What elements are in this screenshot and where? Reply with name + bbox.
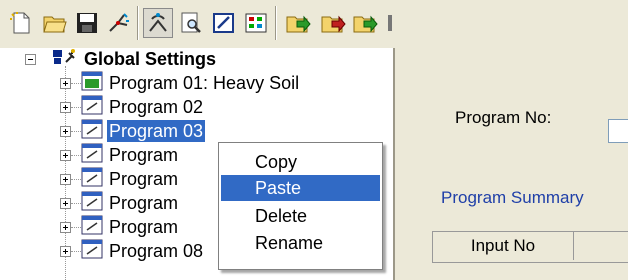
- irrigation-tool-icon[interactable]: [143, 8, 173, 38]
- expand-toggle[interactable]: [60, 101, 71, 113]
- global-settings-icon: [52, 48, 78, 71]
- program-details-panel: Program No: Program Summary Input No: [395, 48, 628, 280]
- expand-toggle[interactable]: [60, 245, 71, 257]
- program-no-label: Program No:: [455, 108, 552, 127]
- more-icon[interactable]: [384, 8, 404, 38]
- grid-view-icon[interactable]: [241, 8, 271, 38]
- tree-item-label[interactable]: Program: [107, 216, 180, 238]
- edit-icon[interactable]: [209, 8, 239, 38]
- sprinkler-icon[interactable]: [104, 8, 134, 38]
- save-icon[interactable]: [72, 8, 102, 38]
- program-summary-label: Program Summary: [441, 188, 584, 207]
- expand-toggle[interactable]: [60, 77, 71, 89]
- expand-toggle[interactable]: [60, 149, 71, 161]
- tree-root-label[interactable]: Global Settings: [82, 48, 218, 70]
- print-preview-icon[interactable]: [176, 8, 206, 38]
- tree-item-label[interactable]: Program: [107, 168, 180, 190]
- menu-item-paste[interactable]: Paste: [221, 175, 380, 201]
- collapse-toggle[interactable]: [25, 53, 36, 65]
- program-icon: [81, 239, 103, 264]
- tree-item[interactable]: Program: [60, 143, 180, 168]
- tree-item[interactable]: Program 01: Heavy Soil: [60, 71, 301, 96]
- menu-item-delete[interactable]: Delete: [221, 203, 380, 229]
- tree-item-label[interactable]: Program 03: [107, 120, 206, 142]
- menu-item-rename[interactable]: Rename: [221, 230, 380, 256]
- tree-root-row[interactable]: Global Settings: [25, 48, 218, 70]
- stop-program-icon[interactable]: [318, 8, 348, 38]
- tree-item-label[interactable]: Program: [107, 192, 180, 214]
- expand-toggle[interactable]: [60, 197, 71, 209]
- context-menu: Copy Paste Delete Rename: [218, 142, 383, 270]
- program-icon: [81, 143, 103, 168]
- tree-item-selected[interactable]: Program 03: [60, 119, 206, 144]
- program-icon: [81, 95, 103, 120]
- program-no-field[interactable]: [608, 119, 628, 143]
- tree-item[interactable]: Program: [60, 215, 180, 240]
- tree-item-label[interactable]: Program: [107, 144, 180, 166]
- tree-item[interactable]: Program: [60, 167, 180, 192]
- summary-grid-header: Input No: [432, 231, 628, 263]
- tree-item[interactable]: Program 02: [60, 95, 205, 120]
- tree-item[interactable]: Program: [60, 191, 180, 216]
- expand-toggle[interactable]: [60, 173, 71, 185]
- input-no-column-header[interactable]: Input No: [433, 232, 574, 260]
- tree-item-label[interactable]: Program 02: [107, 96, 205, 118]
- tree-item[interactable]: Program 08: [60, 239, 205, 264]
- tree-item-label[interactable]: Program 08: [107, 240, 205, 262]
- open-folder-icon[interactable]: [40, 8, 70, 38]
- program-icon: [81, 191, 103, 216]
- run-program-icon[interactable]: [283, 8, 313, 38]
- program-icon: [81, 71, 103, 96]
- toolbar: [0, 0, 628, 49]
- program-icon: [81, 215, 103, 240]
- expand-toggle[interactable]: [60, 221, 71, 233]
- tree-item-label[interactable]: Program 01: Heavy Soil: [107, 72, 301, 94]
- program-icon: [81, 167, 103, 192]
- expand-toggle[interactable]: [60, 125, 71, 137]
- program-icon: [81, 119, 103, 144]
- menu-item-copy[interactable]: Copy: [221, 149, 380, 175]
- new-file-icon[interactable]: [6, 8, 36, 38]
- next-program-icon[interactable]: [350, 8, 380, 38]
